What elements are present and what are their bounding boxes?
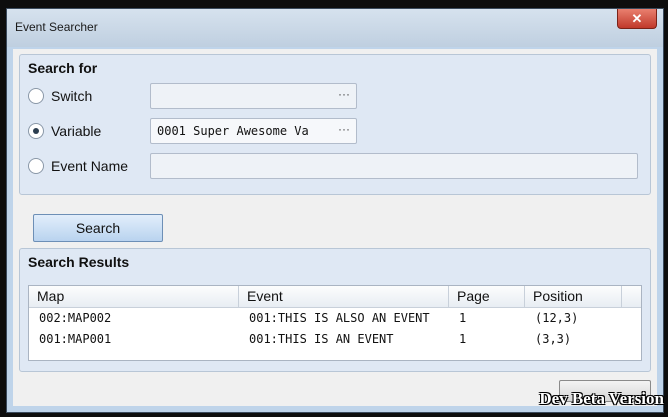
row-position: (3,3) xyxy=(535,332,572,346)
row-page: 1 xyxy=(459,311,467,325)
variable-picker-dots[interactable]: ··· xyxy=(338,122,350,136)
search-results-group: Search Results Map Event Page Position 0… xyxy=(19,248,651,372)
search-results-heading: Search Results xyxy=(28,254,130,270)
switch-picker-dots[interactable]: ··· xyxy=(338,87,350,101)
table-row[interactable]: 002:MAP002 001:THIS IS ALSO AN EVENT 1 (… xyxy=(29,308,641,328)
title-bar[interactable]: Event Searcher ✕ xyxy=(7,9,663,47)
row-position: (12,3) xyxy=(535,311,579,325)
results-table-header: Map Event Page Position xyxy=(29,286,641,308)
variable-label: Variable xyxy=(51,123,102,139)
window-title: Event Searcher xyxy=(15,20,98,34)
column-header-page[interactable]: Page xyxy=(449,286,525,307)
column-header-map[interactable]: Map xyxy=(29,286,239,307)
event-name-field[interactable] xyxy=(150,153,638,179)
event-name-option[interactable]: Event Name xyxy=(28,155,128,177)
switch-radio[interactable] xyxy=(28,88,44,104)
search-for-group: Search for Switch ··· Variable 0001 Supe… xyxy=(19,54,651,195)
event-searcher-window: Event Searcher ✕ Search for Switch ··· V… xyxy=(6,8,664,413)
switch-picker[interactable]: ··· xyxy=(150,83,357,109)
variable-radio[interactable] xyxy=(28,123,44,139)
close-icon: ✕ xyxy=(631,11,643,26)
row-event: 001:THIS IS AN EVENT xyxy=(249,332,394,346)
row-map: 002:MAP002 xyxy=(39,311,112,325)
row-map: 001:MAP001 xyxy=(39,332,112,346)
switch-option[interactable]: Switch xyxy=(28,85,92,107)
column-header-position[interactable]: Position xyxy=(525,286,622,307)
variable-value: 0001 Super Awesome Va xyxy=(157,124,309,138)
search-button[interactable]: Search xyxy=(33,214,163,242)
search-for-heading: Search for xyxy=(28,60,98,76)
results-table: Map Event Page Position 002:MAP002 001:T… xyxy=(28,285,642,361)
dialog-body: Search for Switch ··· Variable 0001 Supe… xyxy=(13,49,657,406)
switch-label: Switch xyxy=(51,88,93,104)
watermark: Dev Beta Version xyxy=(539,389,664,408)
event-name-radio[interactable] xyxy=(28,158,44,174)
column-header-event[interactable]: Event xyxy=(239,286,449,307)
event-name-label: Event Name xyxy=(51,158,129,174)
table-row[interactable]: 001:MAP001 001:THIS IS AN EVENT 1 (3,3) xyxy=(29,329,641,349)
variable-option[interactable]: Variable xyxy=(28,120,101,142)
row-page: 1 xyxy=(459,332,467,346)
row-event: 001:THIS IS ALSO AN EVENT xyxy=(249,311,430,325)
close-button[interactable]: ✕ xyxy=(617,9,657,29)
variable-picker[interactable]: 0001 Super Awesome Va ··· xyxy=(150,118,357,144)
